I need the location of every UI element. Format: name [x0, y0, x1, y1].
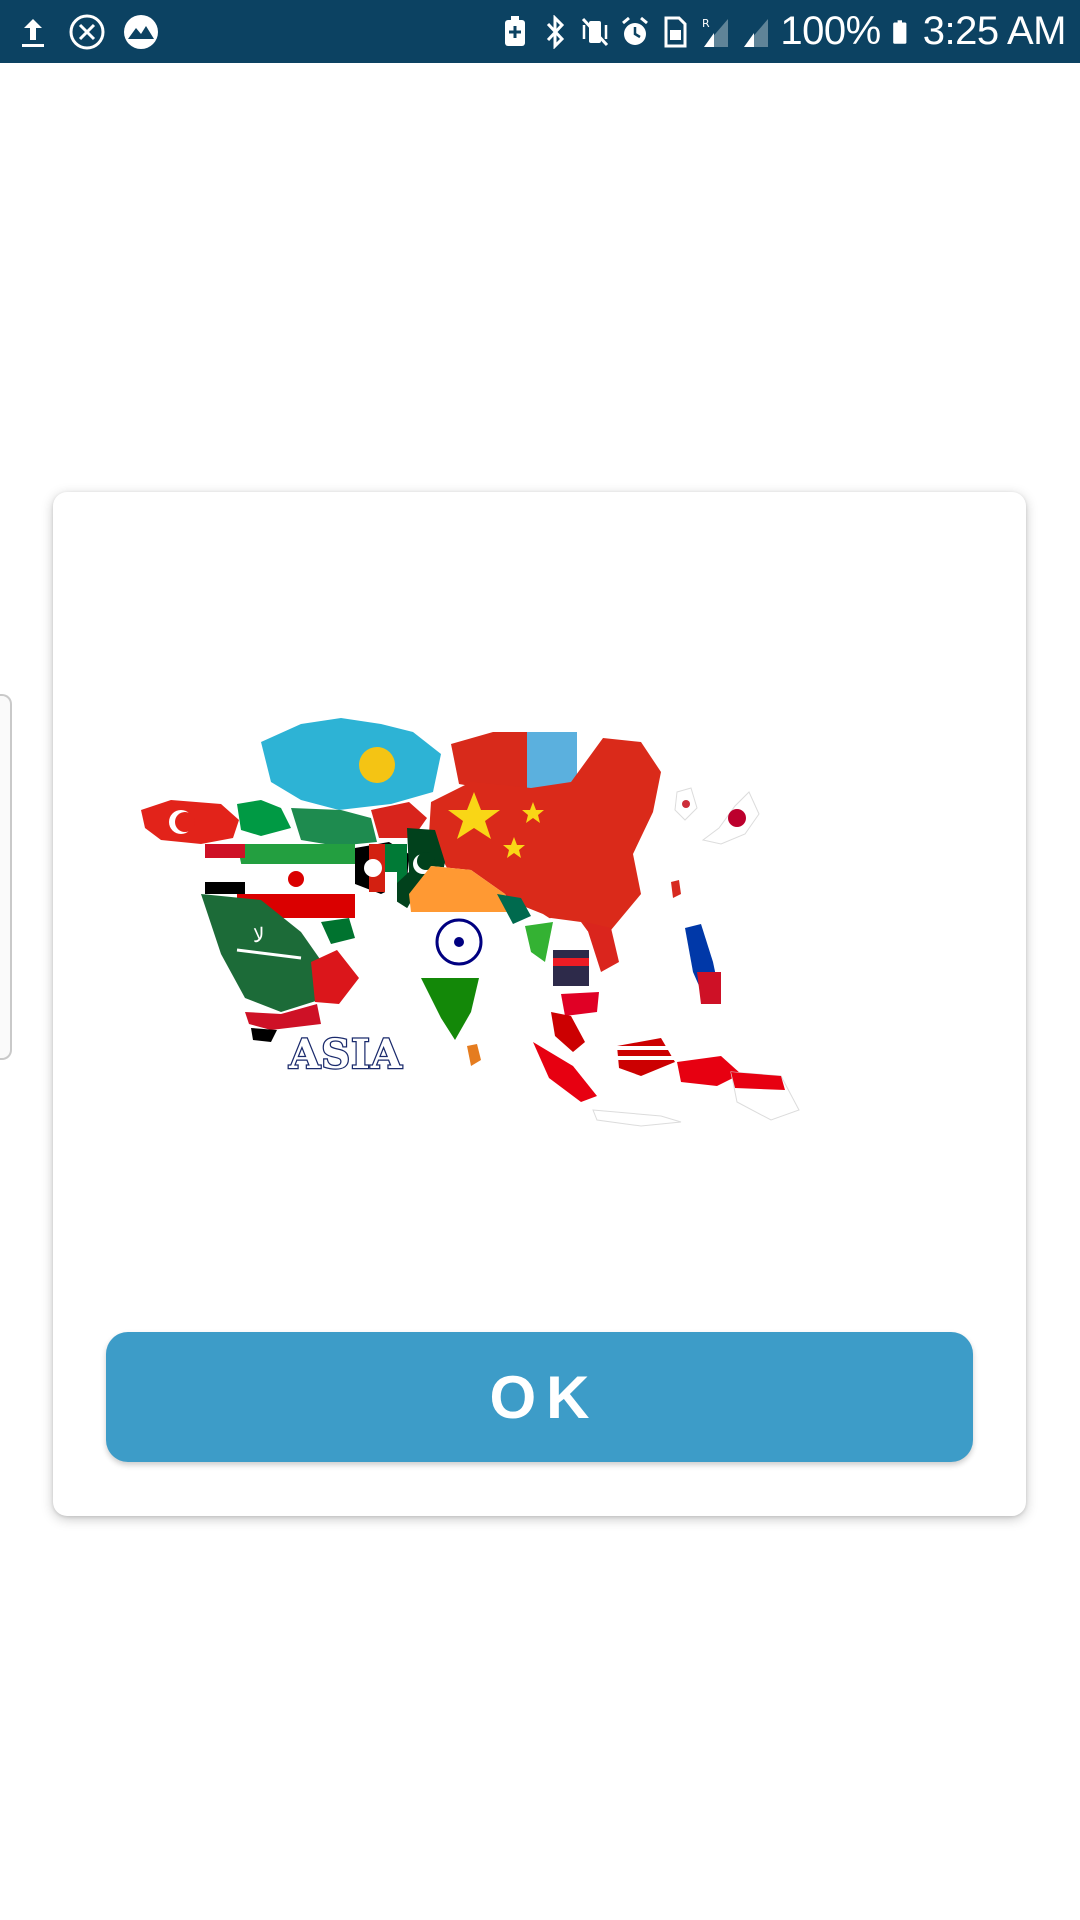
- upload-icon: [22, 18, 44, 47]
- clock: 3:25 AM: [922, 9, 1067, 53]
- asia-flag-map-image: ﻻ: [141, 718, 800, 1127]
- battery-icon: [892, 19, 907, 44]
- alarm-icon: [622, 16, 649, 45]
- bluetooth-icon: [547, 14, 565, 49]
- svg-text:R: R: [702, 17, 710, 30]
- sim-card-icon: [664, 16, 687, 47]
- close-circle-icon: [69, 14, 105, 49]
- mountain-icon: [124, 14, 158, 49]
- svg-text:ﻻ: ﻻ: [253, 923, 264, 947]
- battery-saver-icon: [505, 15, 526, 46]
- ok-button[interactable]: OK: [106, 1332, 973, 1462]
- vibrate-mute-icon: [582, 17, 609, 46]
- status-bar-right: R 100% 3:25 AM: [500, 0, 1067, 63]
- signal-roaming-icon: R: [702, 17, 729, 47]
- asia-label: ASIA: [288, 1029, 403, 1079]
- dialog: ﻻ ASIA OK: [53, 492, 1026, 1516]
- status-bar-left: [14, 10, 160, 53]
- status-bar: R 100% 3:25 AM: [0, 0, 1080, 63]
- edge-panel-handle[interactable]: [0, 694, 12, 1060]
- battery-percentage: 100%: [780, 9, 881, 53]
- signal-icon: [744, 18, 769, 47]
